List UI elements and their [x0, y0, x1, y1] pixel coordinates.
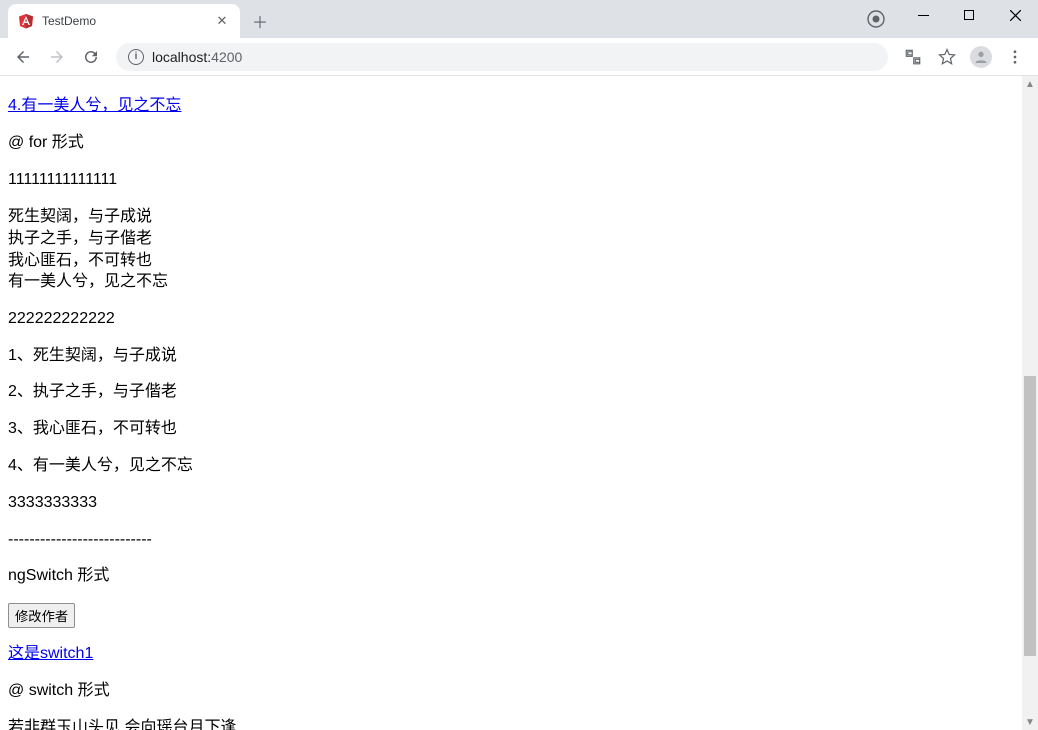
url-text: localhost:4200	[152, 49, 876, 65]
avatar-icon	[970, 46, 992, 68]
minimize-button[interactable]	[900, 0, 946, 30]
group1-line: 我心匪石，不可转也	[8, 250, 1030, 272]
reload-button[interactable]	[76, 42, 106, 72]
ngswitch-heading: ngSwitch 形式	[8, 566, 1030, 587]
scroll-down-button[interactable]: ▼	[1022, 714, 1038, 730]
back-button[interactable]	[8, 42, 38, 72]
forward-button[interactable]	[42, 42, 72, 72]
tab-close-icon[interactable]: ✕	[214, 13, 230, 29]
vertical-scrollbar[interactable]: ▲ ▼	[1022, 76, 1038, 730]
maximize-button[interactable]	[946, 0, 992, 30]
group1: 死生契阔，与子成说 执子之手，与子偕老 我心匪石，不可转也 有一美人兮，见之不忘	[8, 206, 1030, 292]
group2-line: 4、有一美人兮，见之不忘	[8, 456, 1030, 477]
threes-line: 3333333333	[8, 493, 1030, 514]
group1-line: 死生契阔，与子成说	[8, 206, 1030, 228]
group1-line: 有一美人兮，见之不忘	[8, 271, 1030, 293]
address-bar[interactable]: i localhost:4200	[116, 43, 888, 71]
group2-line: 1、死生契阔，与子成说	[8, 346, 1030, 367]
modify-author-button[interactable]: 修改作者	[8, 603, 75, 628]
switch-link[interactable]: 这是switch1	[8, 644, 1030, 665]
twos-line: 222222222222	[8, 309, 1030, 330]
toolbar: i localhost:4200	[0, 38, 1038, 76]
window-controls	[900, 0, 1038, 30]
tab-title: TestDemo	[42, 14, 206, 28]
close-window-button[interactable]	[992, 0, 1038, 30]
ones-line: 11111111111111	[8, 170, 1030, 191]
group1-line: 执子之手，与子偕老	[8, 228, 1030, 250]
browser-tab-active[interactable]: TestDemo ✕	[8, 4, 240, 38]
scroll-up-button[interactable]: ▲	[1022, 76, 1038, 92]
link-item-4[interactable]: 4.有一美人兮，见之不忘	[8, 96, 1030, 117]
translate-icon[interactable]	[898, 42, 928, 72]
modify-author-row: 修改作者	[8, 603, 1030, 628]
group2-line: 2、执子之手，与子偕老	[8, 382, 1030, 403]
new-tab-button[interactable]: ＋	[246, 7, 274, 35]
at-switch-heading: @ switch 形式	[8, 681, 1030, 702]
bottom-poem-line: 若非群玉山头见 会向瑶台月下逢	[8, 718, 1030, 730]
divider-line: ---------------------------	[8, 530, 1030, 551]
account-chip-icon[interactable]	[866, 9, 886, 29]
page-content: 4.有一美人兮，见之不忘 @ for 形式 11111111111111 死生契…	[0, 76, 1038, 730]
profile-avatar[interactable]	[966, 42, 996, 72]
group2-line: 3、我心匪石，不可转也	[8, 419, 1030, 440]
site-info-icon[interactable]: i	[128, 49, 144, 65]
scroll-thumb[interactable]	[1024, 376, 1036, 656]
angular-favicon	[18, 13, 34, 29]
bookmark-star-icon[interactable]	[932, 42, 962, 72]
kebab-menu-icon[interactable]	[1000, 42, 1030, 72]
viewport: 4.有一美人兮，见之不忘 @ for 形式 11111111111111 死生契…	[0, 76, 1038, 730]
titlebar: TestDemo ✕ ＋	[0, 0, 1038, 38]
for-heading: @ for 形式	[8, 133, 1030, 154]
